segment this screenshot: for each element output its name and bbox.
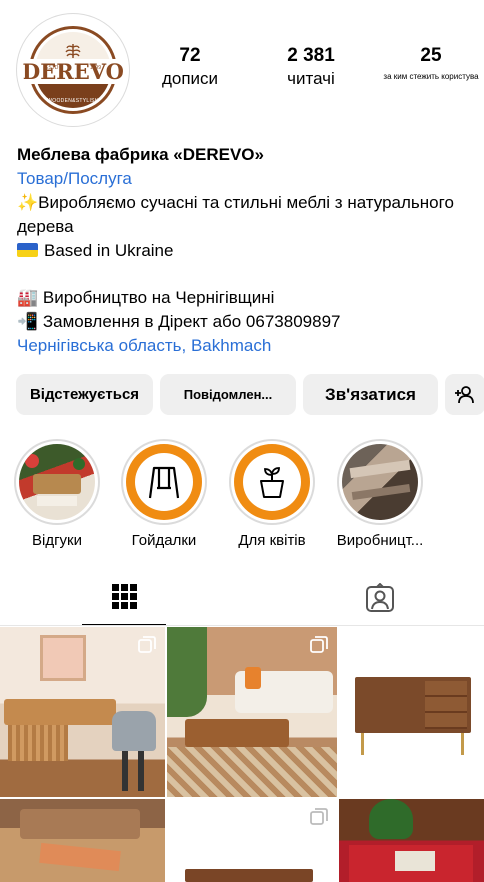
highlight-label: Відгуки <box>31 532 82 549</box>
highlight-ring <box>14 439 100 525</box>
highlight-ring <box>229 439 315 525</box>
logo-est: ESTD <box>45 65 59 71</box>
reviews-photo <box>19 444 95 520</box>
highlight-swings[interactable]: Гойдалки <box>121 439 207 550</box>
post-thumbnail[interactable] <box>339 799 484 882</box>
multiple-photos-icon <box>138 636 156 653</box>
wheat-icon <box>65 44 81 58</box>
profile-bio: Меблева фабрика «DEREVO» Товар/Послуга ✨… <box>17 143 477 358</box>
logo-year: 1999 <box>89 65 101 71</box>
post-thumbnail[interactable] <box>339 627 484 797</box>
production-photo <box>342 444 418 520</box>
highlight-label: Для квітів <box>238 532 306 549</box>
post-thumbnail[interactable] <box>167 799 337 882</box>
contact-button[interactable]: Зв'язатися <box>303 374 438 415</box>
post-thumbnail[interactable] <box>0 627 165 797</box>
logo-tagline: WOODEN&STYLISH <box>47 98 99 104</box>
grid-icon <box>111 584 137 609</box>
post-thumbnail[interactable] <box>0 799 165 882</box>
avatar: ESTD 1999 DEREVO WOODEN&STYLISH <box>23 20 123 120</box>
highlight-reviews[interactable]: Відгуки <box>14 439 100 550</box>
highlight-flowers[interactable]: Для квітів <box>229 439 315 550</box>
tabs-divider <box>0 625 484 626</box>
profile-category[interactable]: Товар/Послуга <box>17 167 477 191</box>
highlight-label: Гойдалки <box>131 532 197 549</box>
add-person-icon <box>455 385 474 403</box>
add-user-button[interactable] <box>445 374 484 415</box>
flower-pot-icon <box>260 467 284 498</box>
followers-stat[interactable]: 2 381 читачі <box>271 44 351 90</box>
highlight-ring <box>121 439 207 525</box>
posts-count: 72 <box>179 45 201 66</box>
multiple-photos-icon <box>310 808 328 825</box>
highlight-cover <box>234 444 310 520</box>
following-stat[interactable]: 25 за ким стежить користува <box>376 44 484 86</box>
posts-stat[interactable]: 72 дописи <box>150 44 230 90</box>
tab-tagged[interactable] <box>338 578 422 626</box>
message-button[interactable]: Повідомлен... <box>160 374 296 415</box>
tagged-person-icon <box>366 583 394 612</box>
following-count: 25 <box>420 45 442 66</box>
posts-label: дописи <box>161 69 219 88</box>
highlight-label: Виробницт... <box>336 532 424 549</box>
bio-line: 📲 Замовлення в Дірект або 0673809897 <box>17 312 341 331</box>
bio-line: ✨Виробляємо сучасні та стильні меблі з н… <box>17 193 454 236</box>
followers-label: читачі <box>287 69 335 88</box>
swing-icon <box>148 466 180 499</box>
ukraine-flag-icon <box>17 243 38 257</box>
followers-count: 2 381 <box>287 45 335 66</box>
bio-line: 🏭 Виробництво на Чернігівщині <box>17 288 275 307</box>
logo-brand: DEREVO <box>23 58 123 84</box>
profile-location[interactable]: Чернігівська область, Bakhmach <box>17 334 477 358</box>
highlight-production[interactable]: Виробницт... <box>337 439 423 550</box>
profile-avatar[interactable]: ESTD 1999 DEREVO WOODEN&STYLISH <box>16 13 130 127</box>
highlight-ring <box>337 439 423 525</box>
tab-grid[interactable] <box>82 578 166 626</box>
following-button[interactable]: Відстежується <box>16 374 153 415</box>
multiple-photos-icon <box>310 636 328 653</box>
bio-line: Based in Ukraine <box>17 239 477 263</box>
bio-spacer <box>17 263 477 286</box>
highlight-cover <box>126 444 202 520</box>
post-thumbnail[interactable] <box>167 627 337 797</box>
profile-name: Меблева фабрика «DEREVO» <box>17 145 264 164</box>
following-label: за ким стежить користува <box>383 72 479 81</box>
